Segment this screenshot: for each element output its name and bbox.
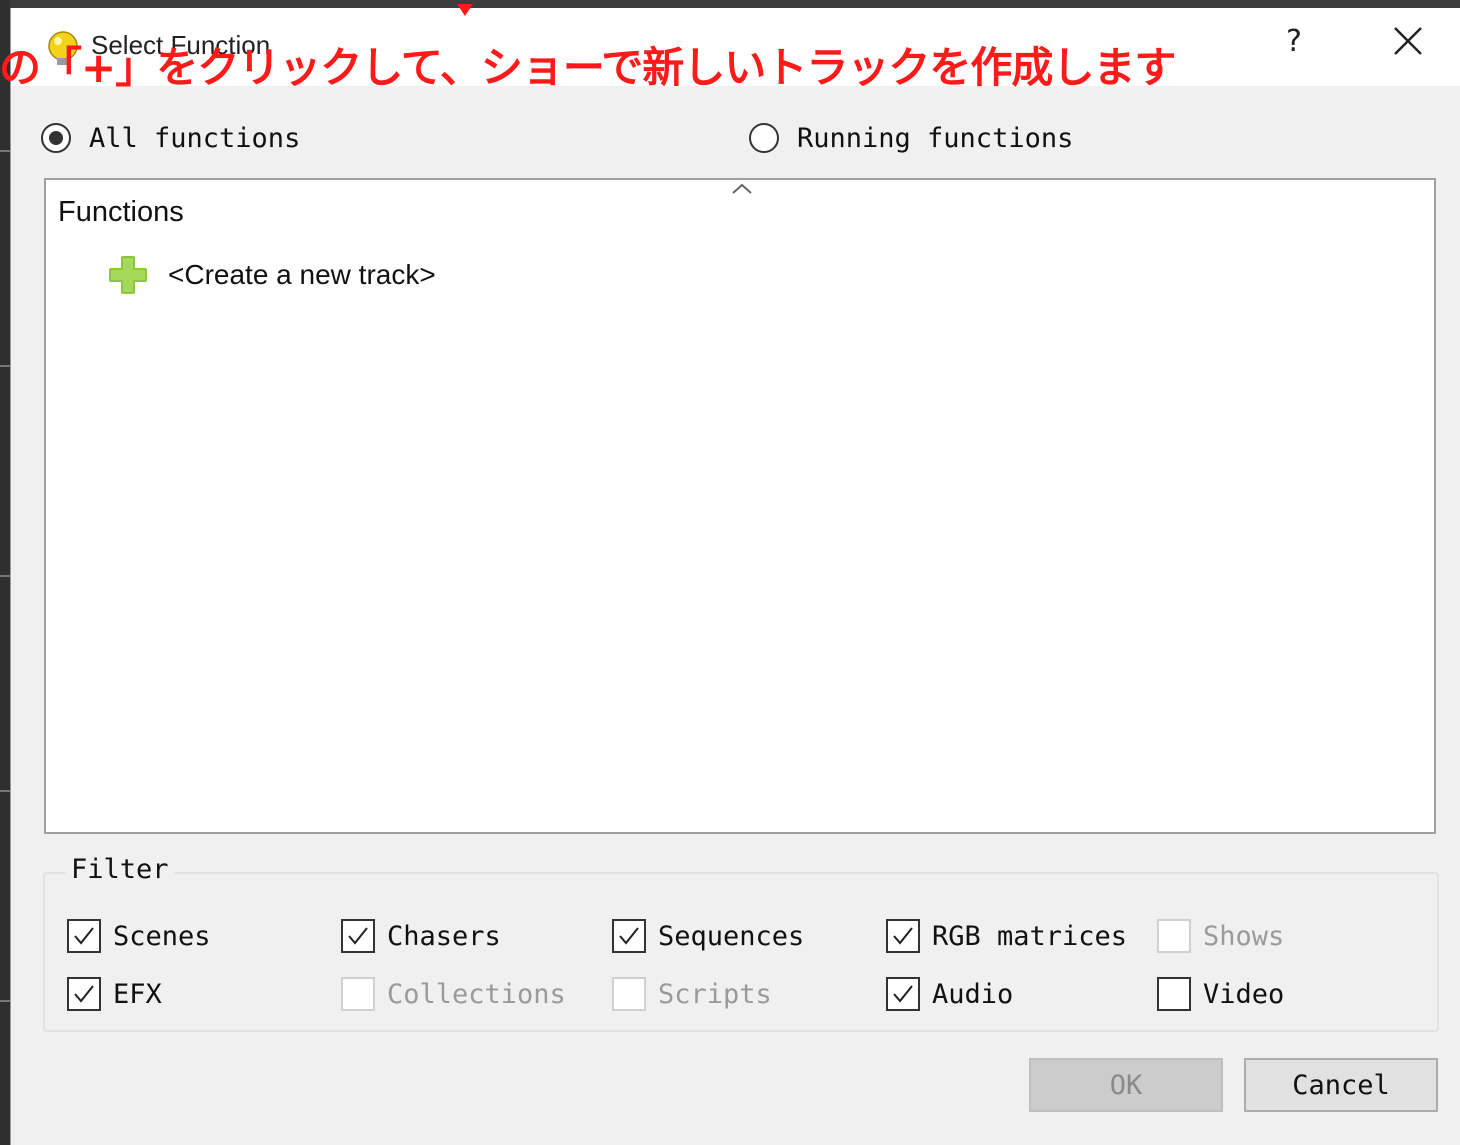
radio-running-functions[interactable]: Running functions: [749, 120, 1073, 156]
checkbox-rgb-matrices-box[interactable]: [886, 919, 920, 953]
checkbox-collections: Collections: [341, 974, 566, 1014]
filter-group: Filter Scenes Chasers Sequences RGB matr…: [43, 854, 1439, 1032]
radio-running-functions-indicator[interactable]: [749, 123, 779, 153]
checkbox-sequences[interactable]: Sequences: [612, 916, 804, 956]
checkbox-chasers-label: Chasers: [387, 920, 501, 952]
radio-running-functions-label: Running functions: [797, 122, 1074, 154]
checkbox-efx[interactable]: EFX: [67, 974, 162, 1014]
checkbox-scenes-box[interactable]: [67, 919, 101, 953]
edge-tick: [0, 790, 10, 792]
tree-item-create-track[interactable]: <Create a new track>: [106, 250, 436, 300]
filter-title: Filter: [65, 854, 175, 885]
checkbox-efx-box[interactable]: [67, 977, 101, 1011]
checkbox-rgb-matrices[interactable]: RGB matrices: [886, 916, 1127, 956]
cancel-button[interactable]: Cancel: [1244, 1058, 1438, 1112]
checkbox-audio[interactable]: Audio: [886, 974, 1013, 1014]
tree-item-label: <Create a new track>: [168, 259, 436, 290]
checkbox-collections-box: [341, 977, 375, 1011]
background-window-edge: [0, 0, 10, 1145]
checkbox-audio-label: Audio: [932, 978, 1014, 1010]
functions-column-header[interactable]: Functions: [58, 196, 184, 229]
ok-button: OK: [1029, 1058, 1223, 1112]
checkbox-sequences-box[interactable]: [612, 919, 646, 953]
checkbox-scenes-label: Scenes: [113, 920, 211, 952]
sort-up-icon: [732, 183, 752, 194]
plus-icon: [109, 256, 147, 294]
checkbox-video-box[interactable]: [1157, 977, 1191, 1011]
radio-all-functions[interactable]: All functions: [41, 120, 300, 156]
checkbox-audio-box[interactable]: [886, 977, 920, 1011]
checkbox-efx-label: EFX: [113, 978, 162, 1010]
checkbox-video[interactable]: Video: [1157, 974, 1284, 1014]
checkbox-shows-box: [1157, 919, 1191, 953]
checkbox-video-label: Video: [1203, 978, 1285, 1010]
radio-all-functions-indicator[interactable]: [41, 123, 71, 153]
checkbox-chasers[interactable]: Chasers: [341, 916, 501, 956]
select-function-dialog: Select Function ? の「+」をクリックして、ショーで新しいトラッ…: [0, 4, 1460, 1145]
close-icon[interactable]: [1389, 22, 1429, 62]
help-button[interactable]: ?: [1279, 24, 1309, 59]
checkbox-sequences-label: Sequences: [658, 920, 805, 952]
checkbox-shows: Shows: [1157, 916, 1284, 956]
checkbox-chasers-box[interactable]: [341, 919, 375, 953]
edge-tick: [0, 365, 10, 367]
checkbox-shows-label: Shows: [1203, 920, 1285, 952]
annotation-arrow-icon: [457, 4, 473, 16]
checkbox-collections-label: Collections: [387, 978, 566, 1010]
checkbox-scripts: Scripts: [612, 974, 772, 1014]
checkbox-scripts-box: [612, 977, 646, 1011]
radio-all-functions-label: All functions: [89, 122, 301, 154]
checkbox-scripts-label: Scripts: [658, 978, 772, 1010]
checkbox-rgb-matrices-label: RGB matrices: [932, 920, 1128, 952]
edge-tick: [0, 150, 10, 152]
tutorial-annotation: の「+」をクリックして、ショーで新しいトラックを作成します: [0, 43, 1176, 92]
edge-tick: [0, 575, 10, 577]
checkbox-scenes[interactable]: Scenes: [67, 916, 211, 956]
edge-tick: [0, 1000, 10, 1002]
functions-tree[interactable]: Functions <Create a new track>: [44, 178, 1436, 834]
